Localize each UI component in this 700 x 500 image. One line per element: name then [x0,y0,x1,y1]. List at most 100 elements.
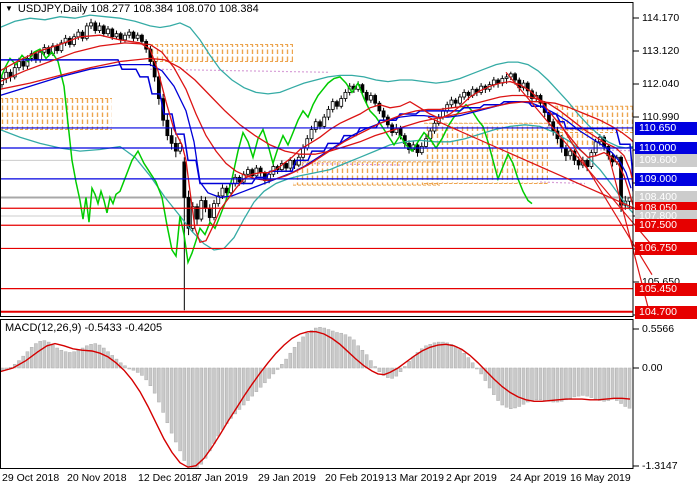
date-label: 29 Jan 2019 [258,472,316,484]
ichimoku-cloud-band [293,162,440,185]
price-tick-label: 114.170 [642,12,679,24]
candle-body [285,163,288,168]
macd-histogram-bar [467,358,470,368]
macd-histogram-bar [607,368,610,401]
macd-histogram-bar [39,341,42,368]
date-label: 20 Feb 2019 [325,472,384,484]
candle-body [369,95,372,100]
macd-histogram-bar [598,368,601,401]
candle-body [170,136,173,144]
macd-histogram-bar [624,368,627,406]
candle-body [497,80,500,83]
candle-body [463,92,466,97]
macd-histogram-bar [157,368,160,402]
candle-body [136,35,139,38]
macd-histogram-bar [573,368,576,397]
candle-body [492,80,495,85]
macd-histogram-bar [123,366,126,368]
macd-histogram-bar [509,368,512,409]
macd-histogram-bar [90,344,93,368]
macd-histogram-bar [603,368,606,401]
candle-body [331,102,334,110]
macd-histogram-bar [569,368,572,398]
candle-body [306,139,309,148]
date-label: 2 Apr 2019 [446,472,497,484]
macd-histogram-bar [213,368,216,443]
candle-body [94,23,97,31]
price-level-label: 105.450 [635,283,697,296]
macd-histogram-bar [547,368,550,401]
macd-histogram-bar [170,368,173,433]
macd-histogram-bar [200,368,203,464]
candle-body [98,26,101,31]
chart-title: ▼USDJPY,Daily 108.277 108.384 108.070 10… [5,3,259,15]
candle-body [77,32,80,37]
macd-histogram-bar [564,368,567,400]
candle-body [259,168,262,173]
macd-histogram-bar [162,368,165,412]
macd-histogram-bar [590,368,593,398]
macd-histogram-bar [102,348,105,368]
symbol-ohlc-title: USDJPY,Daily 108.277 108.384 108.070 108… [18,3,259,15]
macd-histogram-bar [628,368,631,408]
candle-body [340,99,343,107]
macd-histogram-bar [514,368,517,408]
macd-histogram-bar [289,353,292,368]
main-price-pane[interactable] [0,15,651,312]
macd-tick-label: 0.5566 [642,323,674,335]
macd-histogram-bar [463,353,466,368]
date-label: 24 Apr 2019 [510,472,567,484]
macd-histogram-bar [98,345,101,368]
macd-histogram-bar [543,368,546,401]
candle-body [335,102,338,107]
price-level-label: 110.650 [635,122,697,135]
macd-histogram-bar [68,352,71,368]
macd-histogram-bar [352,340,355,368]
macd-histogram-bar [615,368,618,401]
candle-body [132,32,135,38]
macd-histogram-bar [234,368,237,414]
candle-body [221,188,224,196]
date-label: 20 Nov 2018 [67,472,127,484]
macd-histogram-bar [488,368,491,388]
macd-histogram-bar [310,330,313,368]
macd-histogram-bar [51,345,54,368]
macd-histogram-bar [272,368,275,374]
candle-body [505,77,508,79]
macd-histogram-bar [437,342,440,368]
candle-body [238,177,241,182]
macd-histogram-bar [77,350,80,368]
macd-histogram-bar [128,368,131,369]
candle-body [458,97,461,103]
candle-body [319,122,322,127]
macd-pane[interactable] [0,327,631,470]
candle-body [213,204,216,218]
macd-histogram-bar [153,368,156,393]
macd-histogram-bar [229,368,232,418]
macd-histogram-bar [73,352,76,368]
macd-histogram-bar [403,367,406,368]
macd-histogram-bar [179,368,182,451]
macd-histogram-bar [539,368,542,400]
macd-histogram-bar [204,368,207,458]
price-level-label: 109.000 [635,173,697,186]
macd-histogram-bar [85,346,88,368]
candle-body [128,32,131,35]
macd-histogram-bar [450,344,453,368]
macd-histogram-bar [577,368,580,396]
candle-body [81,32,84,38]
chart-canvas[interactable] [0,0,700,500]
macd-histogram-bar [412,357,415,368]
macd-histogram-bar [64,352,67,368]
macd-histogram-bar [183,368,186,461]
macd-histogram-bar [475,368,478,369]
candle-body [344,92,347,98]
macd-histogram-bar [391,368,394,378]
macd-histogram-bar [166,368,169,423]
macd-histogram-bar [60,350,63,368]
macd-histogram-bar [149,368,152,386]
candle-body [111,29,114,37]
macd-histogram-bar [374,367,377,368]
ichimoku-cloud-band [150,44,293,61]
macd-histogram-bar [140,368,143,375]
